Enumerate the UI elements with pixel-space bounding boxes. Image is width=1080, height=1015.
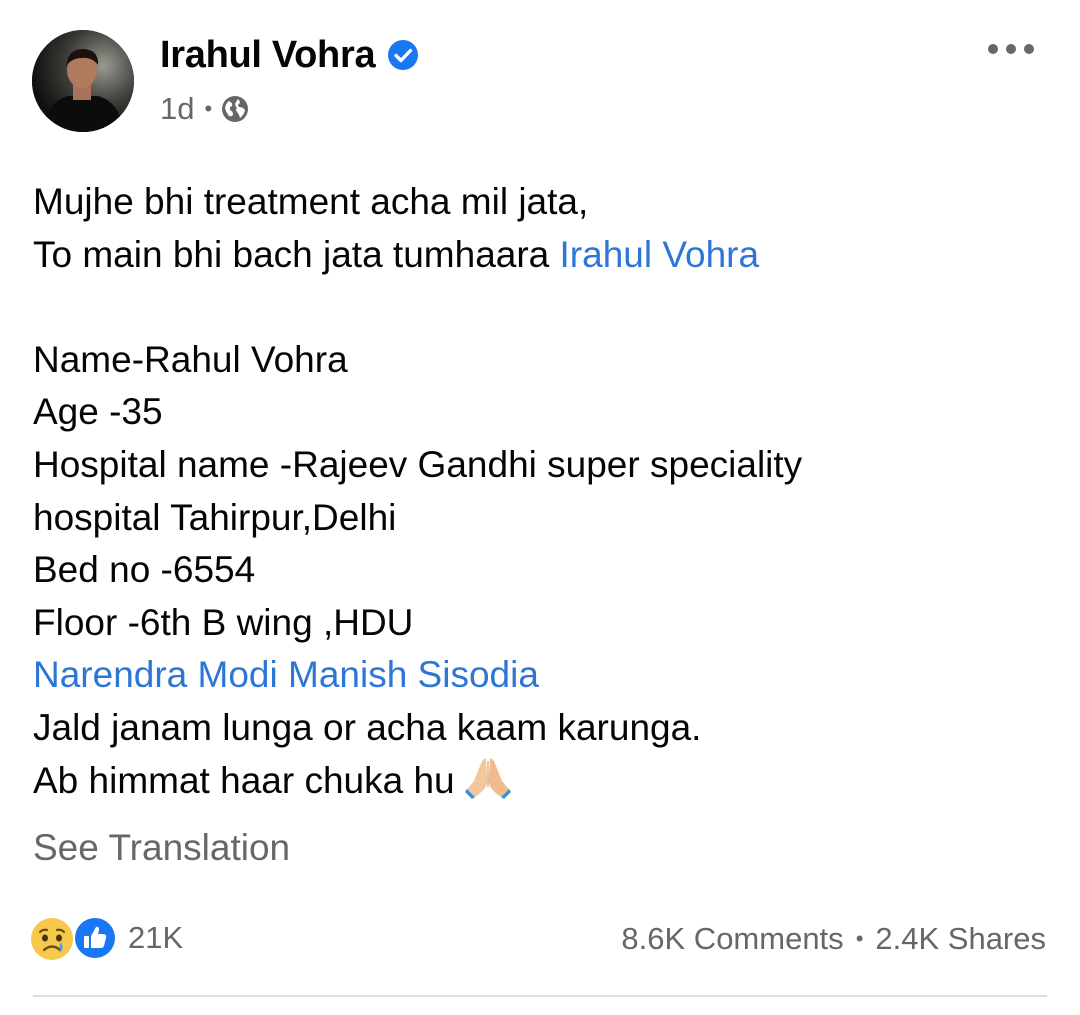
post-line-text: Ab himmat haar chuka hu xyxy=(33,759,455,801)
post-line: Hospital name -Rajeev Gandhi super speci… xyxy=(33,443,803,485)
divider xyxy=(33,995,1047,997)
post-line: To main bhi bach jata tumhaara Irahul Vo… xyxy=(33,229,1043,282)
verified-badge-icon xyxy=(387,39,419,71)
post-meta: 1d • xyxy=(160,88,250,130)
reaction-icons xyxy=(30,915,120,961)
post-line: Mujhe bhi treatment acha mil jata, xyxy=(33,181,589,222)
post-line: Jald janam lunga or acha kaam karunga. xyxy=(33,706,702,748)
post-line: Bed no -6554 xyxy=(33,549,256,591)
post-line: Narendra Modi Manish Sisodia xyxy=(33,649,1043,702)
avatar[interactable] xyxy=(32,30,134,132)
globe-icon xyxy=(220,94,250,124)
reactions-count: 21K xyxy=(128,920,184,955)
stats-separator: • xyxy=(855,926,864,951)
more-dot-icon xyxy=(1006,44,1016,54)
meta-separator: • xyxy=(204,96,213,121)
post-line: Ab himmat haar chuka hu xyxy=(33,755,1043,808)
post-line: Age -35 xyxy=(33,391,163,433)
comments-count-link[interactable]: 8.6K Comments xyxy=(621,921,843,957)
post-text: Mujhe bhi treatment acha mil jata, To ma… xyxy=(33,176,1043,807)
post-line: hospital Tahirpur,Delhi xyxy=(33,496,397,538)
engagement-stats: 8.6K Comments • 2.4K Shares xyxy=(621,917,1046,961)
shares-count-link[interactable]: 2.4K Shares xyxy=(875,921,1046,957)
tagged-users-link[interactable]: Narendra Modi Manish Sisodia xyxy=(33,654,539,695)
like-icon xyxy=(72,915,118,966)
post-line: Name-Rahul Vohra xyxy=(33,338,348,380)
more-dot-icon xyxy=(988,44,998,54)
more-dot-icon xyxy=(1024,44,1034,54)
post-line-text: To main bhi bach jata tumhaara xyxy=(33,233,550,275)
post-line: Floor -6th B wing ,HDU xyxy=(33,601,414,643)
mention-link[interactable]: Irahul Vohra xyxy=(560,234,760,275)
more-options-button[interactable] xyxy=(988,34,1034,64)
folded-hands-emoji xyxy=(464,755,511,814)
sad-face-icon xyxy=(30,917,74,966)
author-name[interactable]: Irahul Vohra xyxy=(160,34,376,77)
see-translation-link[interactable]: See Translation xyxy=(33,822,290,874)
facebook-post: Irahul Vohra 1d • Mujhe bhi treatment ac… xyxy=(0,0,1080,1015)
post-timestamp[interactable]: 1d xyxy=(160,91,194,127)
author-row: Irahul Vohra xyxy=(160,30,419,80)
reactions-summary[interactable]: 21K xyxy=(30,913,183,963)
